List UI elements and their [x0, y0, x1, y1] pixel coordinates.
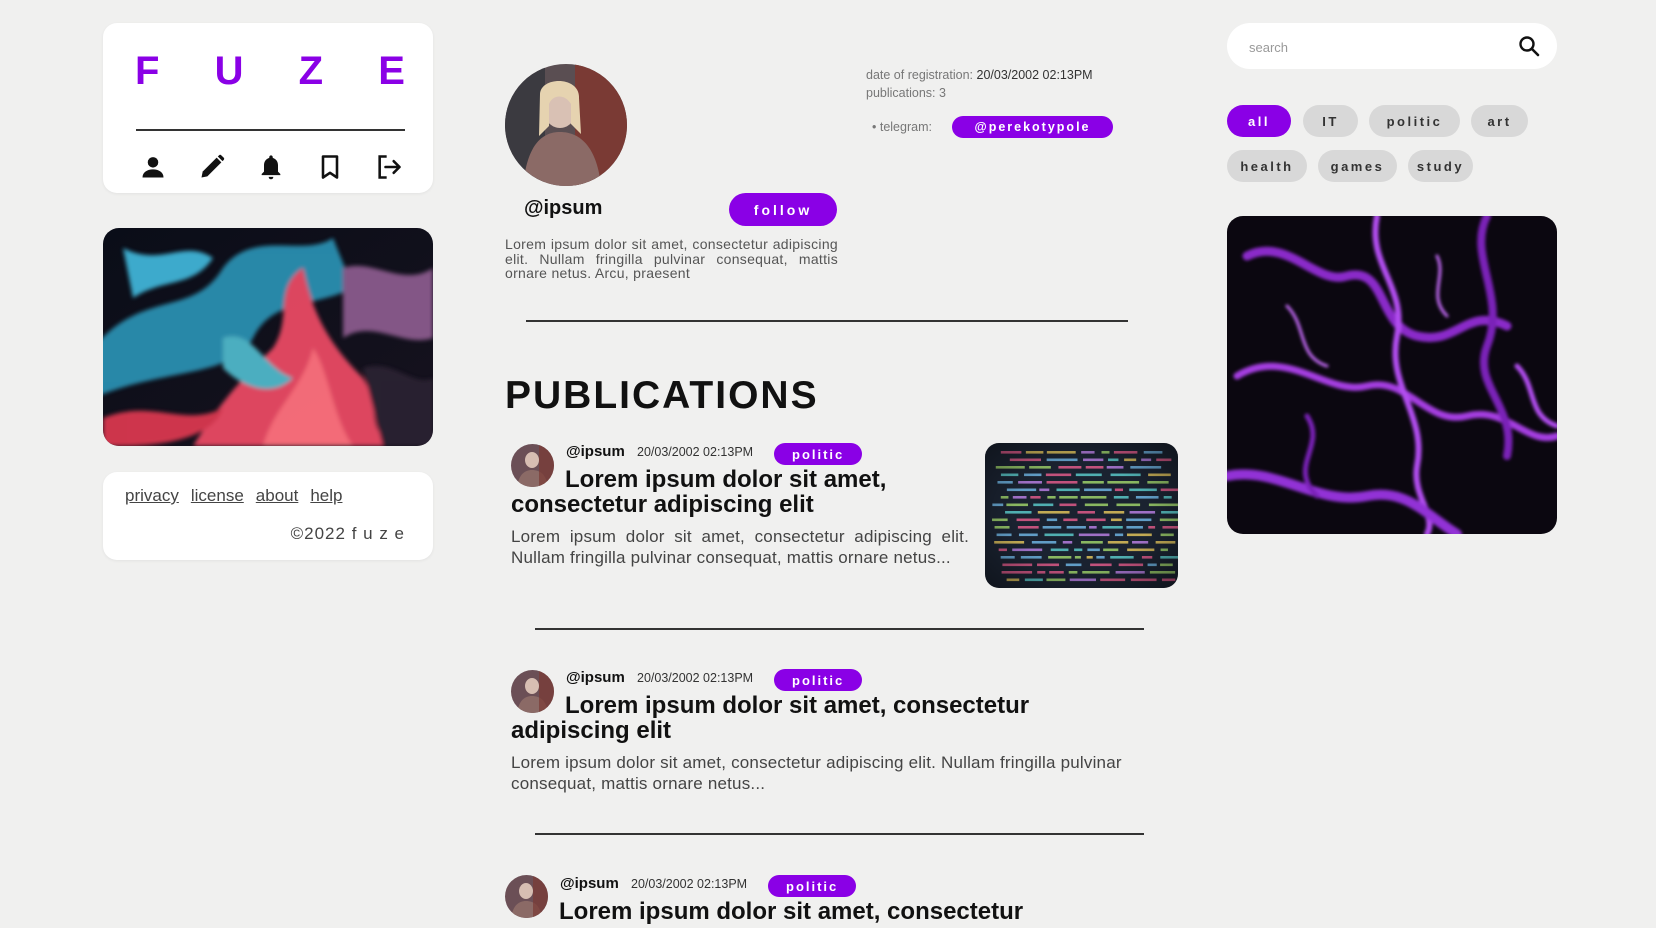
pencil-icon[interactable] — [198, 153, 226, 181]
brand-card: F U Z E — [103, 23, 433, 193]
bell-icon[interactable] — [257, 153, 285, 181]
purple-fluid-art-image — [1227, 216, 1557, 534]
post-title[interactable]: Lorem ipsum dolor sit amet, consectetur … — [511, 467, 931, 517]
footer-link-about[interactable]: about — [256, 486, 299, 506]
profile-bio: Lorem ipsum dolor sit amet, consectetur … — [505, 236, 838, 281]
footer-links: privacy license about help — [125, 486, 342, 506]
main-nav — [139, 153, 403, 181]
profile-username: @ipsum — [524, 197, 603, 219]
category-chip-art[interactable]: art — [1471, 105, 1528, 137]
post-avatar[interactable] — [505, 875, 548, 918]
footer-link-help[interactable]: help — [310, 486, 342, 506]
publications-count: 3 — [938, 86, 946, 100]
fluid-art-image — [103, 228, 433, 446]
registration-label: date of registration: — [866, 68, 974, 82]
profile-meta: date of registration: 20/03/2002 02:13PM… — [866, 66, 1093, 102]
copyright: ©2022 f u z e — [290, 524, 405, 543]
category-chip-health[interactable]: health — [1227, 150, 1307, 182]
follow-button[interactable]: follow — [729, 193, 837, 226]
logout-icon[interactable] — [375, 153, 403, 181]
divider — [136, 129, 405, 131]
post-author[interactable]: @ipsum — [566, 669, 625, 686]
logo-letter: Z — [298, 49, 324, 93]
category-chip-it[interactable]: IT — [1303, 105, 1358, 137]
divider — [535, 628, 1144, 630]
post-tag[interactable]: politic — [774, 443, 863, 465]
post-excerpt: Lorem ipsum dolor sit amet, consectetur … — [511, 753, 1122, 793]
post-tag[interactable]: politic — [768, 875, 857, 897]
profile-avatar[interactable] — [505, 64, 627, 186]
post-title[interactable]: Lorem ipsum dolor sit amet, consectetur … — [511, 693, 1101, 743]
category-chip-politic[interactable]: politic — [1369, 105, 1460, 137]
publications-label: publications: — [866, 86, 936, 100]
post-tag[interactable]: politic — [774, 669, 863, 691]
registration-date: 20/03/2002 02:13PM — [976, 68, 1093, 82]
telegram-link[interactable]: @perekotypole — [952, 116, 1113, 138]
category-chip-games[interactable]: games — [1318, 150, 1397, 182]
search-bar — [1227, 23, 1557, 69]
divider — [526, 320, 1128, 322]
footer-card: privacy license about help ©2022 f u z e — [103, 472, 433, 560]
logo-letter: E — [378, 49, 405, 93]
post-author[interactable]: @ipsum — [560, 875, 619, 892]
post-date: 20/03/2002 02:13PM — [631, 877, 748, 891]
logo-letter: F — [135, 49, 160, 93]
bookmark-icon[interactable] — [316, 153, 344, 181]
footer-link-license[interactable]: license — [191, 486, 244, 506]
user-icon[interactable] — [139, 153, 167, 181]
logo-letter: U — [214, 49, 244, 93]
divider — [535, 833, 1144, 835]
search-icon[interactable] — [1517, 34, 1541, 58]
post-date: 20/03/2002 02:13PM — [637, 671, 754, 685]
publications-heading: PUBLICATIONS — [505, 374, 819, 417]
category-chip-all[interactable]: all — [1227, 105, 1291, 137]
logo[interactable]: F U Z E — [135, 49, 405, 94]
post-thumbnail[interactable] — [985, 443, 1178, 588]
footer-link-privacy[interactable]: privacy — [125, 486, 179, 506]
post-title[interactable]: Lorem ipsum dolor sit amet, consectetur — [559, 899, 1119, 924]
post-date: 20/03/2002 02:13PM — [637, 445, 754, 459]
category-chip-study[interactable]: study — [1408, 150, 1473, 182]
search-input[interactable] — [1247, 35, 1501, 59]
post-excerpt: Lorem ipsum dolor sit amet, consectetur … — [511, 527, 969, 567]
post-author[interactable]: @ipsum — [566, 443, 625, 460]
telegram-label: • telegram: — [872, 120, 932, 134]
